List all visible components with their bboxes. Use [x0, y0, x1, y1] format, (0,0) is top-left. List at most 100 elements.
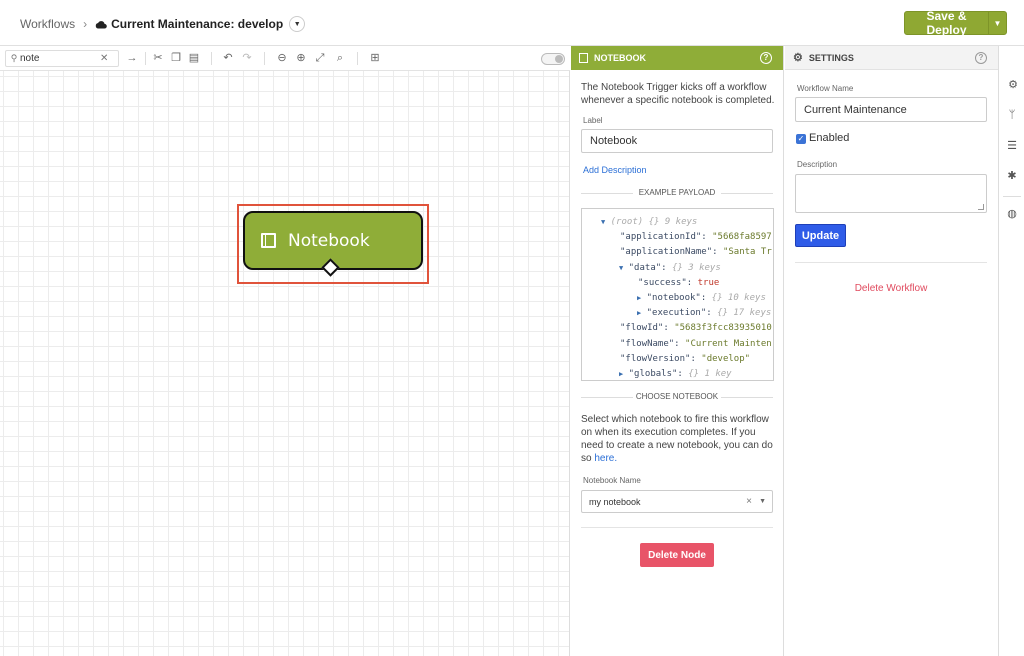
payload-line[interactable]: ▶ "notebook": {} 10 keys — [637, 293, 766, 303]
workflow-settings-panel: ⚙ SETTINGS ? Workflow Name Current Maint… — [785, 46, 998, 656]
expand-toggle-icon[interactable]: ▶ — [637, 294, 641, 302]
payload-line: "applicationId": "5668fa8597 — [620, 232, 772, 242]
paste-icon[interactable]: ▤ — [187, 51, 201, 65]
label-caption: Label — [583, 116, 603, 125]
version-branch-icon[interactable]: ᛘ — [999, 109, 1024, 121]
notebook-icon — [579, 53, 588, 63]
node-panel-title: NOTEBOOK — [594, 53, 647, 63]
version-dropdown-button[interactable]: ▼ — [289, 16, 306, 32]
notebook-name-select[interactable]: my notebook × ▼ — [581, 490, 773, 513]
chevron-down-icon[interactable]: ▼ — [759, 498, 766, 505]
save-deploy-button[interactable]: Save & Deploy ▼ — [904, 9, 1007, 37]
help-icon[interactable]: ? — [760, 52, 772, 64]
description-textarea[interactable] — [795, 174, 987, 213]
description-caption: Description — [797, 160, 838, 169]
expand-toggle-icon[interactable]: ▶ — [619, 370, 623, 378]
expand-toggle-icon[interactable]: ▼ — [619, 264, 623, 272]
copy-icon[interactable]: ❐ — [169, 51, 183, 65]
notebook-name-caption: Notebook Name — [583, 476, 641, 485]
top-bar: Workflows › Current Maintenance: develop… — [0, 0, 1024, 46]
label-input[interactable]: Notebook — [581, 129, 773, 153]
payload-meta: {} 17 keys — [717, 308, 772, 319]
rail-divider — [1003, 196, 1021, 197]
undo-icon[interactable]: ↶ — [221, 51, 235, 65]
fit-screen-icon[interactable]: ⤢ — [313, 51, 327, 65]
payload-meta: {} 10 keys — [711, 293, 766, 303]
delete-workflow-link[interactable]: Delete Workflow — [795, 283, 987, 294]
help-icon[interactable]: ? — [975, 52, 987, 64]
add-description-link[interactable]: Add Description — [583, 165, 647, 175]
payload-line[interactable]: ▼ "data": {} 3 keys — [619, 263, 721, 273]
add-comment-icon[interactable]: ⊞ — [368, 51, 382, 65]
chevron-down-icon: ▼ — [293, 20, 301, 28]
node-properties-panel: NOTEBOOK ? The Notebook Trigger kicks of… — [571, 46, 784, 656]
payload-meta: {} 9 keys — [648, 217, 698, 227]
node-panel-header: NOTEBOOK ? — [571, 46, 783, 70]
payload-string-value: "5683f3fcc83935010 — [674, 323, 772, 334]
payload-meta: {} 3 keys — [672, 262, 721, 273]
cut-icon[interactable]: ✂ — [151, 51, 165, 65]
choose-notebook-description: Select which notebook to fire this workf… — [581, 413, 776, 465]
payload-key: "flowVersion": — [620, 353, 696, 364]
arrow-right-icon[interactable]: → — [125, 51, 139, 65]
payload-line[interactable]: ▼ (root) {} 9 keys — [601, 217, 697, 227]
example-payload-viewer[interactable]: ▼ (root) {} 9 keys "applicationId": "5668… — [581, 208, 774, 381]
save-deploy-label: Save & Deploy — [926, 9, 967, 37]
expand-toggle-icon[interactable]: ▶ — [637, 309, 641, 317]
breadcrumb: Workflows › Current Maintenance: develop… — [20, 16, 306, 32]
workflow-canvas[interactable]: Notebook — [0, 71, 570, 656]
storage-database-icon[interactable]: ☰ — [999, 139, 1024, 152]
settings-title: SETTINGS — [808, 52, 854, 63]
payload-key: (root) — [610, 217, 644, 227]
enabled-label: Enabled — [809, 132, 850, 144]
breadcrumb-separator: › — [83, 17, 88, 31]
clear-selection-icon[interactable]: × — [746, 496, 752, 507]
breadcrumb-current: Current Maintenance: develop — [95, 17, 283, 31]
notebook-icon — [261, 233, 276, 248]
payload-line: "flowVersion": "develop" — [620, 354, 750, 364]
breadcrumb-workflows-link[interactable]: Workflows — [20, 17, 75, 31]
choose-notebook-heading: CHOOSE NOTEBOOK — [581, 392, 773, 401]
payload-key: "applicationId": — [620, 232, 707, 243]
node-search: ⚲ ✕ — [5, 50, 119, 67]
settings-gear-icon[interactable]: ⚙ — [999, 78, 1024, 91]
payload-meta: {} 1 key — [688, 369, 732, 379]
canvas-toolbar: ⚲ ✕ → ✂ ❐ ▤ ↶ ↷ ⊖ ⊕ ⤢ ⌕ ⊞ — [0, 46, 570, 71]
update-button[interactable]: Update — [795, 224, 846, 247]
payload-line: "flowName": "Current Mainten — [620, 339, 772, 349]
workflow-title: Current Maintenance: develop — [111, 17, 284, 31]
settings-header: ⚙ SETTINGS ? — [785, 46, 998, 70]
save-options-dropdown[interactable]: ▼ — [988, 12, 1006, 34]
payload-line: "flowId": "5683f3fcc83935010 — [620, 323, 772, 333]
payload-line[interactable]: ▶ "globals": {} 1 key — [619, 369, 732, 379]
expand-toggle-icon[interactable]: ▼ — [601, 218, 605, 226]
payload-string-value: "Santa Tr — [722, 247, 772, 258]
enabled-checkbox[interactable]: ✓ — [796, 134, 806, 144]
clear-search-icon[interactable]: ✕ — [100, 53, 108, 64]
workflow-name-input[interactable]: Current Maintenance — [795, 97, 987, 122]
delete-node-button[interactable]: Delete Node — [640, 543, 714, 567]
debug-bug-icon[interactable]: ✱ — [999, 169, 1024, 182]
grid-toggle[interactable] — [541, 53, 565, 65]
search-input[interactable] — [20, 53, 98, 64]
node-description: The Notebook Trigger kicks off a workflo… — [581, 82, 775, 106]
payload-key: "applicationName": — [620, 247, 718, 258]
payload-line: "applicationName": "Santa Tr — [620, 247, 772, 257]
payload-key: "data": — [628, 262, 667, 273]
toggle-knob — [555, 55, 563, 63]
zoom-in-icon[interactable]: ⊕ — [294, 51, 308, 65]
zoom-out-icon[interactable]: ⊖ — [275, 51, 289, 65]
right-icon-rail: ⚙ ᛘ ☰ ✱ ◍ — [998, 46, 1024, 656]
payload-bool-value: true — [697, 277, 720, 288]
caret-down-icon: ▼ — [993, 18, 1002, 28]
divider — [581, 527, 773, 528]
toolbar-divider — [145, 52, 146, 65]
globe-icon[interactable]: ◍ — [999, 207, 1024, 220]
payload-line[interactable]: ▶ "execution": {} 17 keys — [637, 308, 771, 318]
zoom-reset-icon[interactable]: ⌕ — [333, 51, 347, 65]
payload-line: "success": true — [638, 278, 719, 288]
toolbar-divider — [264, 52, 265, 65]
create-notebook-link[interactable]: here. — [594, 453, 617, 464]
payload-key: "globals": — [628, 369, 683, 379]
redo-icon[interactable]: ↷ — [240, 51, 254, 65]
